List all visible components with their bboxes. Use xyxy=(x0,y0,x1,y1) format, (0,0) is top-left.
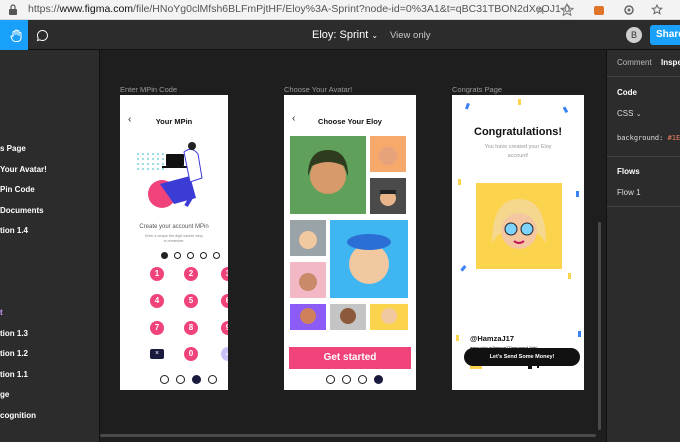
page-dot xyxy=(374,375,383,384)
layers-panel: s Page Your Avatar! Pin Code Documents t… xyxy=(0,50,100,442)
inspect-panel: Comment Inspe Code CSS ⌄ background: #1E… xyxy=(606,50,680,442)
congrats-subtitle: You have created your Eloy account! xyxy=(484,144,552,159)
get-started-button[interactable]: Get started xyxy=(289,347,411,369)
chevron-down-icon: ⌄ xyxy=(635,111,642,118)
canvas[interactable]: Enter MPin Code ‹ Your MPin Create your … xyxy=(100,50,606,442)
comment-icon[interactable] xyxy=(36,29,49,42)
tab-comment[interactable]: Comment xyxy=(617,58,652,67)
layer-item[interactable]: tion 1.3 xyxy=(0,329,28,338)
congrats-title: Congratulations! xyxy=(474,126,562,138)
layer-item[interactable]: ge xyxy=(0,390,9,399)
flows-heading: Flows xyxy=(617,167,640,176)
memoji-avatar-image xyxy=(476,183,562,269)
frame-label-avatar: Choose Your Avatar! xyxy=(284,85,353,94)
extension-icon[interactable] xyxy=(592,3,606,17)
favorites-icon[interactable] xyxy=(650,3,664,17)
send-money-button[interactable]: Let's Send Some Money! xyxy=(464,348,580,366)
frame-mpin[interactable]: ‹ Your MPin Create your account MPin Ent… xyxy=(120,95,228,390)
layer-item[interactable]: tion 1.1 xyxy=(0,370,28,379)
layer-item[interactable]: cognition xyxy=(0,411,36,420)
hand-tool-icon[interactable] xyxy=(10,29,23,42)
vertical-scrollbar[interactable] xyxy=(598,222,601,430)
frame-avatar[interactable]: ‹ Choose Your Eloy Get started xyxy=(284,95,416,390)
layer-item[interactable]: s Page xyxy=(0,144,26,153)
frame-label-congrats: Congrats Page xyxy=(452,85,503,94)
page-dot xyxy=(358,375,367,384)
layer-item[interactable]: Pin Code xyxy=(0,185,35,194)
keypad-key[interactable]: 9 xyxy=(221,321,228,335)
layer-item[interactable]: Your Avatar! xyxy=(0,165,47,174)
keypad-key[interactable]: 1 xyxy=(150,267,164,281)
view-only-label: View only xyxy=(390,30,431,41)
frame-label-mpin: Enter MPin Code xyxy=(120,85,178,94)
flow-item[interactable]: Flow 1 xyxy=(617,188,641,197)
code-line: background: #1E xyxy=(617,134,680,142)
page-dot xyxy=(160,375,169,384)
svg-text:A: A xyxy=(537,6,544,17)
pin-dot xyxy=(161,252,168,259)
keypad-key[interactable]: 5 xyxy=(184,294,198,308)
person-laptop-illustration xyxy=(137,142,203,208)
backspace-icon[interactable]: × xyxy=(150,349,164,359)
avatar-title: Choose Your Eloy xyxy=(318,117,382,126)
layer-item[interactable]: Documents xyxy=(0,206,44,215)
page-dot xyxy=(208,375,217,384)
figma-toolbar: Eloy: Sprint ⌄ View only B Share xyxy=(0,20,680,50)
lock-icon xyxy=(9,4,17,15)
layer-item[interactable]: tion 1.4 xyxy=(0,226,28,235)
settings-icon[interactable] xyxy=(622,3,636,17)
share-button[interactable]: Share xyxy=(650,25,680,45)
file-title[interactable]: Eloy: Sprint ⌄ xyxy=(312,29,378,41)
divider xyxy=(607,156,680,157)
code-language-select[interactable]: CSS ⌄ xyxy=(617,109,642,118)
pin-dot xyxy=(174,252,181,259)
mpin-subtitle: Create your account MPin xyxy=(139,224,209,230)
code-heading: Code xyxy=(617,88,637,97)
chevron-down-icon: ⌄ xyxy=(371,31,379,40)
mpin-title: Your MPin xyxy=(155,117,193,126)
read-aloud-icon[interactable]: A xyxy=(535,3,549,17)
divider xyxy=(607,76,680,77)
url-text[interactable]: https://www.figma.com/file/HNoYg0clMfsh6… xyxy=(28,3,570,15)
layer-item[interactable]: tion 1.2 xyxy=(0,349,28,358)
keypad-key[interactable]: 0 xyxy=(184,347,198,361)
keypad-key[interactable]: 8 xyxy=(184,321,198,335)
page-dot xyxy=(176,375,185,384)
divider xyxy=(607,206,680,207)
page-dot xyxy=(342,375,351,384)
horizontal-scrollbar[interactable] xyxy=(100,434,596,437)
frame-congrats[interactable]: Congratulations! You have created your E… xyxy=(452,95,584,390)
avatar[interactable]: B xyxy=(626,27,642,43)
user-handle: @HamzaJ17 xyxy=(470,334,515,343)
page-dot xyxy=(192,375,201,384)
favorite-star-icon[interactable] xyxy=(560,3,574,17)
pin-dot xyxy=(213,252,220,259)
keypad-key[interactable]: 3 xyxy=(221,267,228,281)
mpin-hint: Enter a unique five digit number easy to… xyxy=(145,234,203,243)
layer-item[interactable]: t xyxy=(0,308,3,317)
keypad-key[interactable]: 2 xyxy=(184,267,198,281)
pin-dot xyxy=(187,252,194,259)
browser-address-bar: https://www.figma.com/file/HNoYg0clMfsh6… xyxy=(0,0,680,20)
keypad-key[interactable]: 7 xyxy=(150,321,164,335)
pin-dot xyxy=(200,252,207,259)
confirm-check-icon[interactable]: ✓ xyxy=(221,347,228,361)
keypad-key[interactable]: 4 xyxy=(150,294,164,308)
keypad-key[interactable]: 6 xyxy=(221,294,228,308)
avatar-grid[interactable] xyxy=(290,136,408,330)
tab-inspect[interactable]: Inspe xyxy=(661,58,680,67)
page-dot xyxy=(326,375,335,384)
